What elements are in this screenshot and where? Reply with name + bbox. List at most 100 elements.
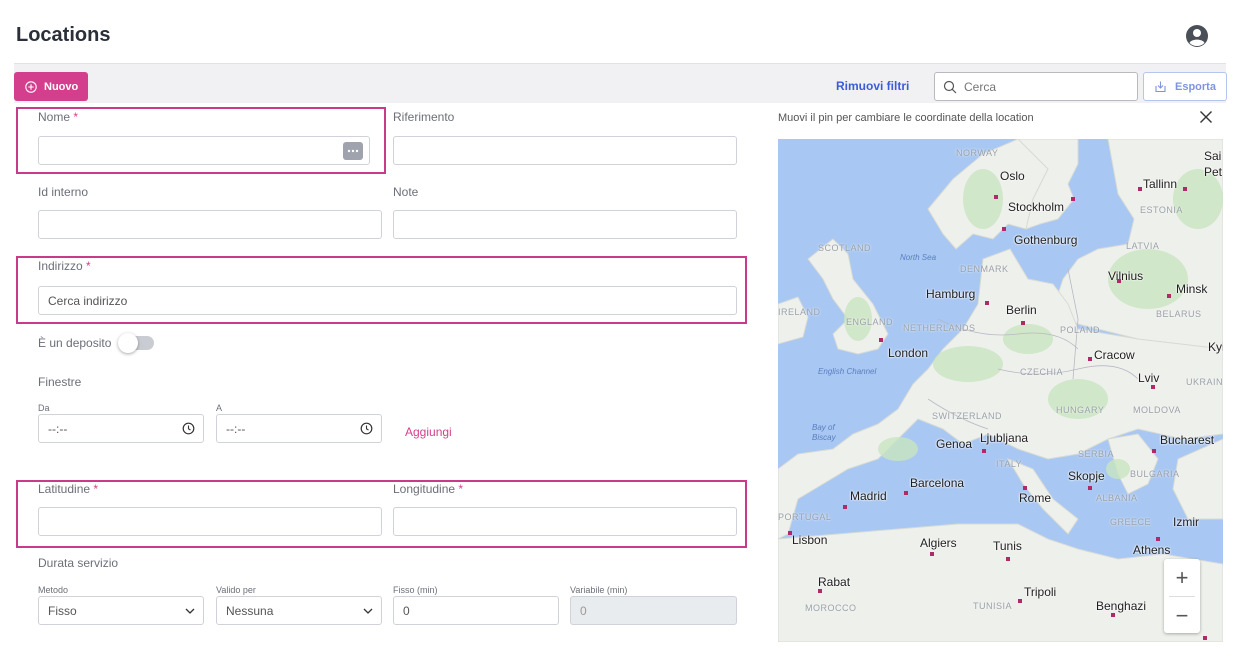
clock-icon[interactable] xyxy=(182,422,195,435)
clock-icon[interactable] xyxy=(360,422,373,435)
map-label-country: UKRAIN xyxy=(1186,377,1223,387)
name-input[interactable] xyxy=(38,136,370,165)
map-pin[interactable] xyxy=(1088,486,1092,490)
to-time-value: --:-- xyxy=(226,421,246,436)
map-pin[interactable] xyxy=(985,301,989,305)
map-pin[interactable] xyxy=(1006,557,1010,561)
search-input[interactable] xyxy=(964,79,1124,94)
map-label-country: NORWAY xyxy=(956,148,999,158)
map-pin[interactable] xyxy=(1088,357,1092,361)
map-pin[interactable] xyxy=(1018,599,1022,603)
map-label-sea: North Sea xyxy=(900,253,937,262)
notes-input[interactable] xyxy=(393,210,737,239)
map-pin[interactable] xyxy=(982,449,986,453)
from-time-input[interactable]: --:-- xyxy=(38,414,204,443)
internal-id-label: Id interno xyxy=(38,185,89,199)
zoom-out-button[interactable]: − xyxy=(1164,597,1200,634)
map-label-city: Gothenburg xyxy=(1014,233,1078,247)
map-pin[interactable] xyxy=(1117,279,1121,283)
map-label-country: ESTONIA xyxy=(1140,205,1183,215)
map-pin[interactable] xyxy=(843,505,847,509)
map-pin[interactable] xyxy=(1152,449,1156,453)
to-label: A xyxy=(216,403,223,413)
map-label-city: Kyi xyxy=(1208,340,1223,354)
longitude-label-text: Longitudine xyxy=(393,482,456,496)
map-label-sea: Biscay xyxy=(812,433,836,442)
map-pin[interactable] xyxy=(1138,187,1142,191)
export-button[interactable]: Esporta xyxy=(1143,72,1227,101)
from-label: Da xyxy=(38,403,50,413)
close-icon[interactable] xyxy=(1199,110,1213,124)
map-label-country: NETHERLANDS xyxy=(903,323,976,333)
map-pin[interactable] xyxy=(818,589,822,593)
to-time-input[interactable]: --:-- xyxy=(216,414,382,443)
reference-input[interactable] xyxy=(393,136,737,165)
remove-filters-link[interactable]: Rimuovi filtri xyxy=(836,79,909,93)
map-label-city: Madrid xyxy=(850,489,887,503)
map-pin[interactable] xyxy=(930,552,934,556)
longitude-label: Longitudine * xyxy=(393,482,463,496)
user-avatar-icon[interactable] xyxy=(1185,24,1209,48)
windows-label: Finestre xyxy=(38,375,82,389)
map-pin[interactable] xyxy=(1167,294,1171,298)
more-options-icon[interactable] xyxy=(343,142,363,160)
service-duration-label: Durata servizio xyxy=(38,556,119,570)
export-label: Esporta xyxy=(1175,80,1216,93)
map-pin[interactable] xyxy=(1071,197,1075,201)
new-button[interactable]: Nuovo xyxy=(14,72,88,101)
map-label-city: Bucharest xyxy=(1160,433,1215,447)
map-pin[interactable] xyxy=(1151,385,1155,389)
fixed-value: 0 xyxy=(403,603,410,618)
search-box[interactable] xyxy=(934,72,1138,101)
add-window-link[interactable]: Aggiungi xyxy=(405,425,452,439)
valid-for-select[interactable]: Nessuna xyxy=(216,596,382,625)
longitude-input[interactable] xyxy=(393,507,737,536)
map-label-city: Lviv xyxy=(1138,371,1160,385)
method-select[interactable]: Fisso xyxy=(38,596,204,625)
internal-id-input[interactable] xyxy=(38,210,382,239)
map-pin[interactable] xyxy=(1021,321,1025,325)
map-pin[interactable] xyxy=(1203,636,1207,640)
map-label-country: MOROCCO xyxy=(805,603,857,613)
required-mark: * xyxy=(458,482,464,496)
page-title: Locations xyxy=(16,24,111,46)
depot-label: È un deposito xyxy=(38,336,112,350)
chevron-down-icon xyxy=(363,608,373,614)
map-caption: Muovi il pin per cambiare le coordinate … xyxy=(778,112,1034,124)
latitude-input[interactable] xyxy=(38,507,382,536)
new-button-label: Nuovo xyxy=(44,80,79,93)
map-pin[interactable] xyxy=(1002,227,1006,231)
map-label-city: Tallinn xyxy=(1143,177,1178,191)
map-pin[interactable] xyxy=(788,531,792,535)
map-label-country: SWITZERLAND xyxy=(932,411,1003,421)
map-label-country: LATVIA xyxy=(1126,241,1160,251)
map-label-city: Athens xyxy=(1133,543,1171,557)
map-pin[interactable] xyxy=(1111,613,1115,617)
map-label-city: Rabat xyxy=(818,575,851,589)
map-label-city: Sai xyxy=(1204,149,1222,163)
map-pin[interactable] xyxy=(904,491,908,495)
zoom-in-button[interactable]: + xyxy=(1164,559,1200,596)
map-label-city: Cracow xyxy=(1094,348,1135,362)
map-label-city: Benghazi xyxy=(1096,599,1147,613)
reference-label: Riferimento xyxy=(393,110,455,124)
map-pin[interactable] xyxy=(1156,537,1160,541)
map-pin[interactable] xyxy=(879,338,883,342)
depot-toggle[interactable] xyxy=(118,333,154,353)
map-label-country: DENMARK xyxy=(960,264,1009,274)
map-pin[interactable] xyxy=(1023,486,1027,490)
map-label-city: Skopje xyxy=(1068,469,1105,483)
fixed-input[interactable]: 0 xyxy=(393,596,559,625)
map[interactable]: NORWAY Oslo Sai Pet Tallinn Stockholm ES… xyxy=(778,139,1223,642)
map-pin[interactable] xyxy=(1183,187,1187,191)
map-pin[interactable] xyxy=(994,195,998,199)
chevron-down-icon xyxy=(185,608,195,614)
address-label: Indirizzo * xyxy=(38,259,91,273)
map-label-country: CZECHIA xyxy=(1020,367,1064,377)
address-label-text: Indirizzo xyxy=(38,259,83,273)
map-label-city: Oslo xyxy=(1000,169,1025,183)
fixed-label: Fisso (min) xyxy=(393,585,438,595)
address-search-input[interactable]: Cerca indirizzo xyxy=(38,286,737,315)
toggle-knob xyxy=(118,333,138,353)
variable-value: 0 xyxy=(580,603,587,618)
